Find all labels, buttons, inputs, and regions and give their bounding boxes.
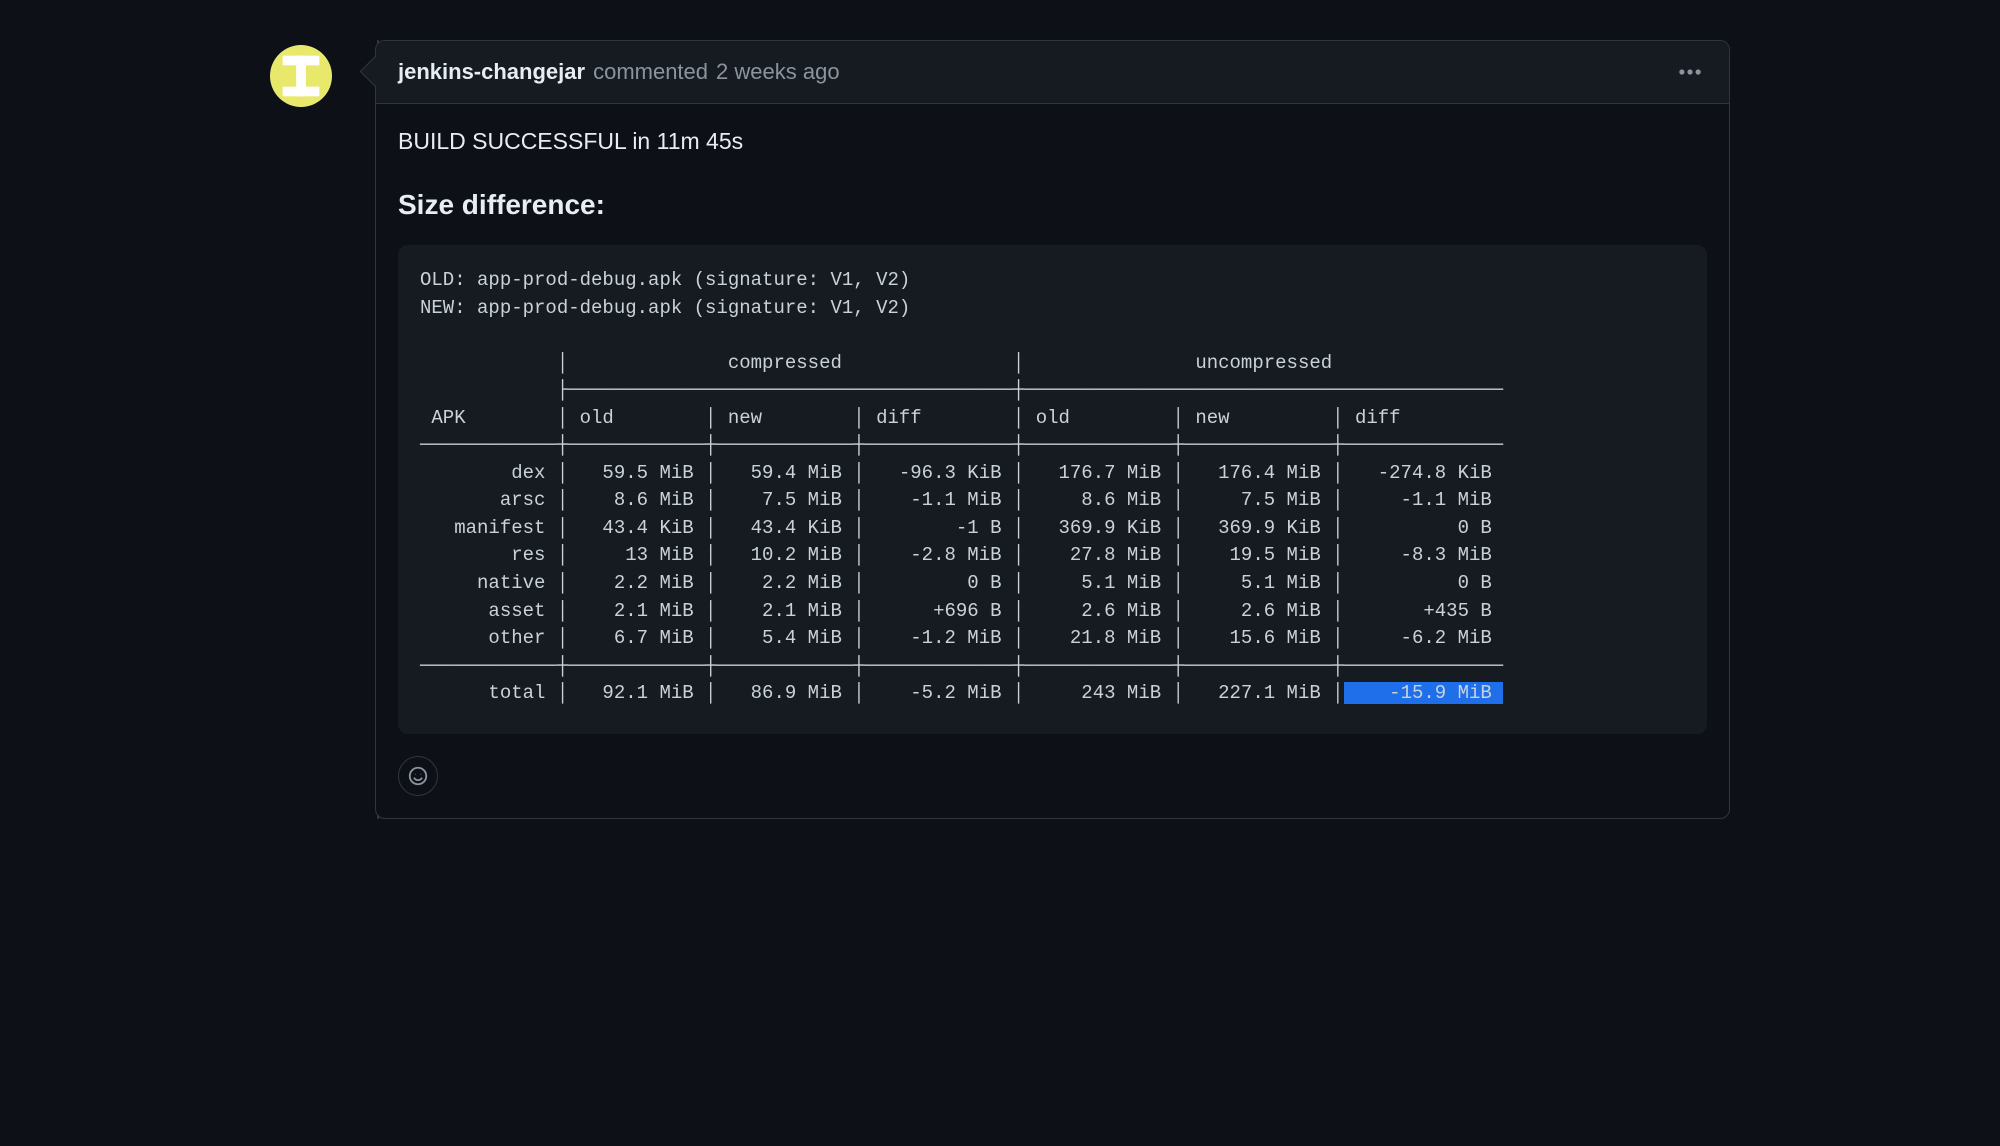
comment-header: jenkins-changejar commented 2 weeks ago [376,41,1729,104]
comment-verb: commented [593,59,708,85]
comment-box: jenkins-changejar commented 2 weeks ago … [375,40,1730,819]
comment-body: BUILD SUCCESSFUL in 11m 45s Size differe… [376,104,1729,744]
comment-timestamp[interactable]: 2 weeks ago [716,59,840,85]
smiley-icon [407,765,429,787]
avatar-icon [271,46,331,106]
comment-actions-menu[interactable] [1673,55,1707,89]
add-reaction-button[interactable] [398,756,438,796]
author-avatar[interactable] [270,45,332,107]
size-diff-code-block: OLD: app-prod-debug.apk (signature: V1, … [398,245,1707,734]
build-status-line: BUILD SUCCESSFUL in 11m 45s [398,128,1707,155]
kebab-icon [1677,59,1703,85]
author-link[interactable]: jenkins-changejar [398,59,585,85]
size-heading: Size difference: [398,189,1707,221]
comment-footer [376,744,1729,818]
